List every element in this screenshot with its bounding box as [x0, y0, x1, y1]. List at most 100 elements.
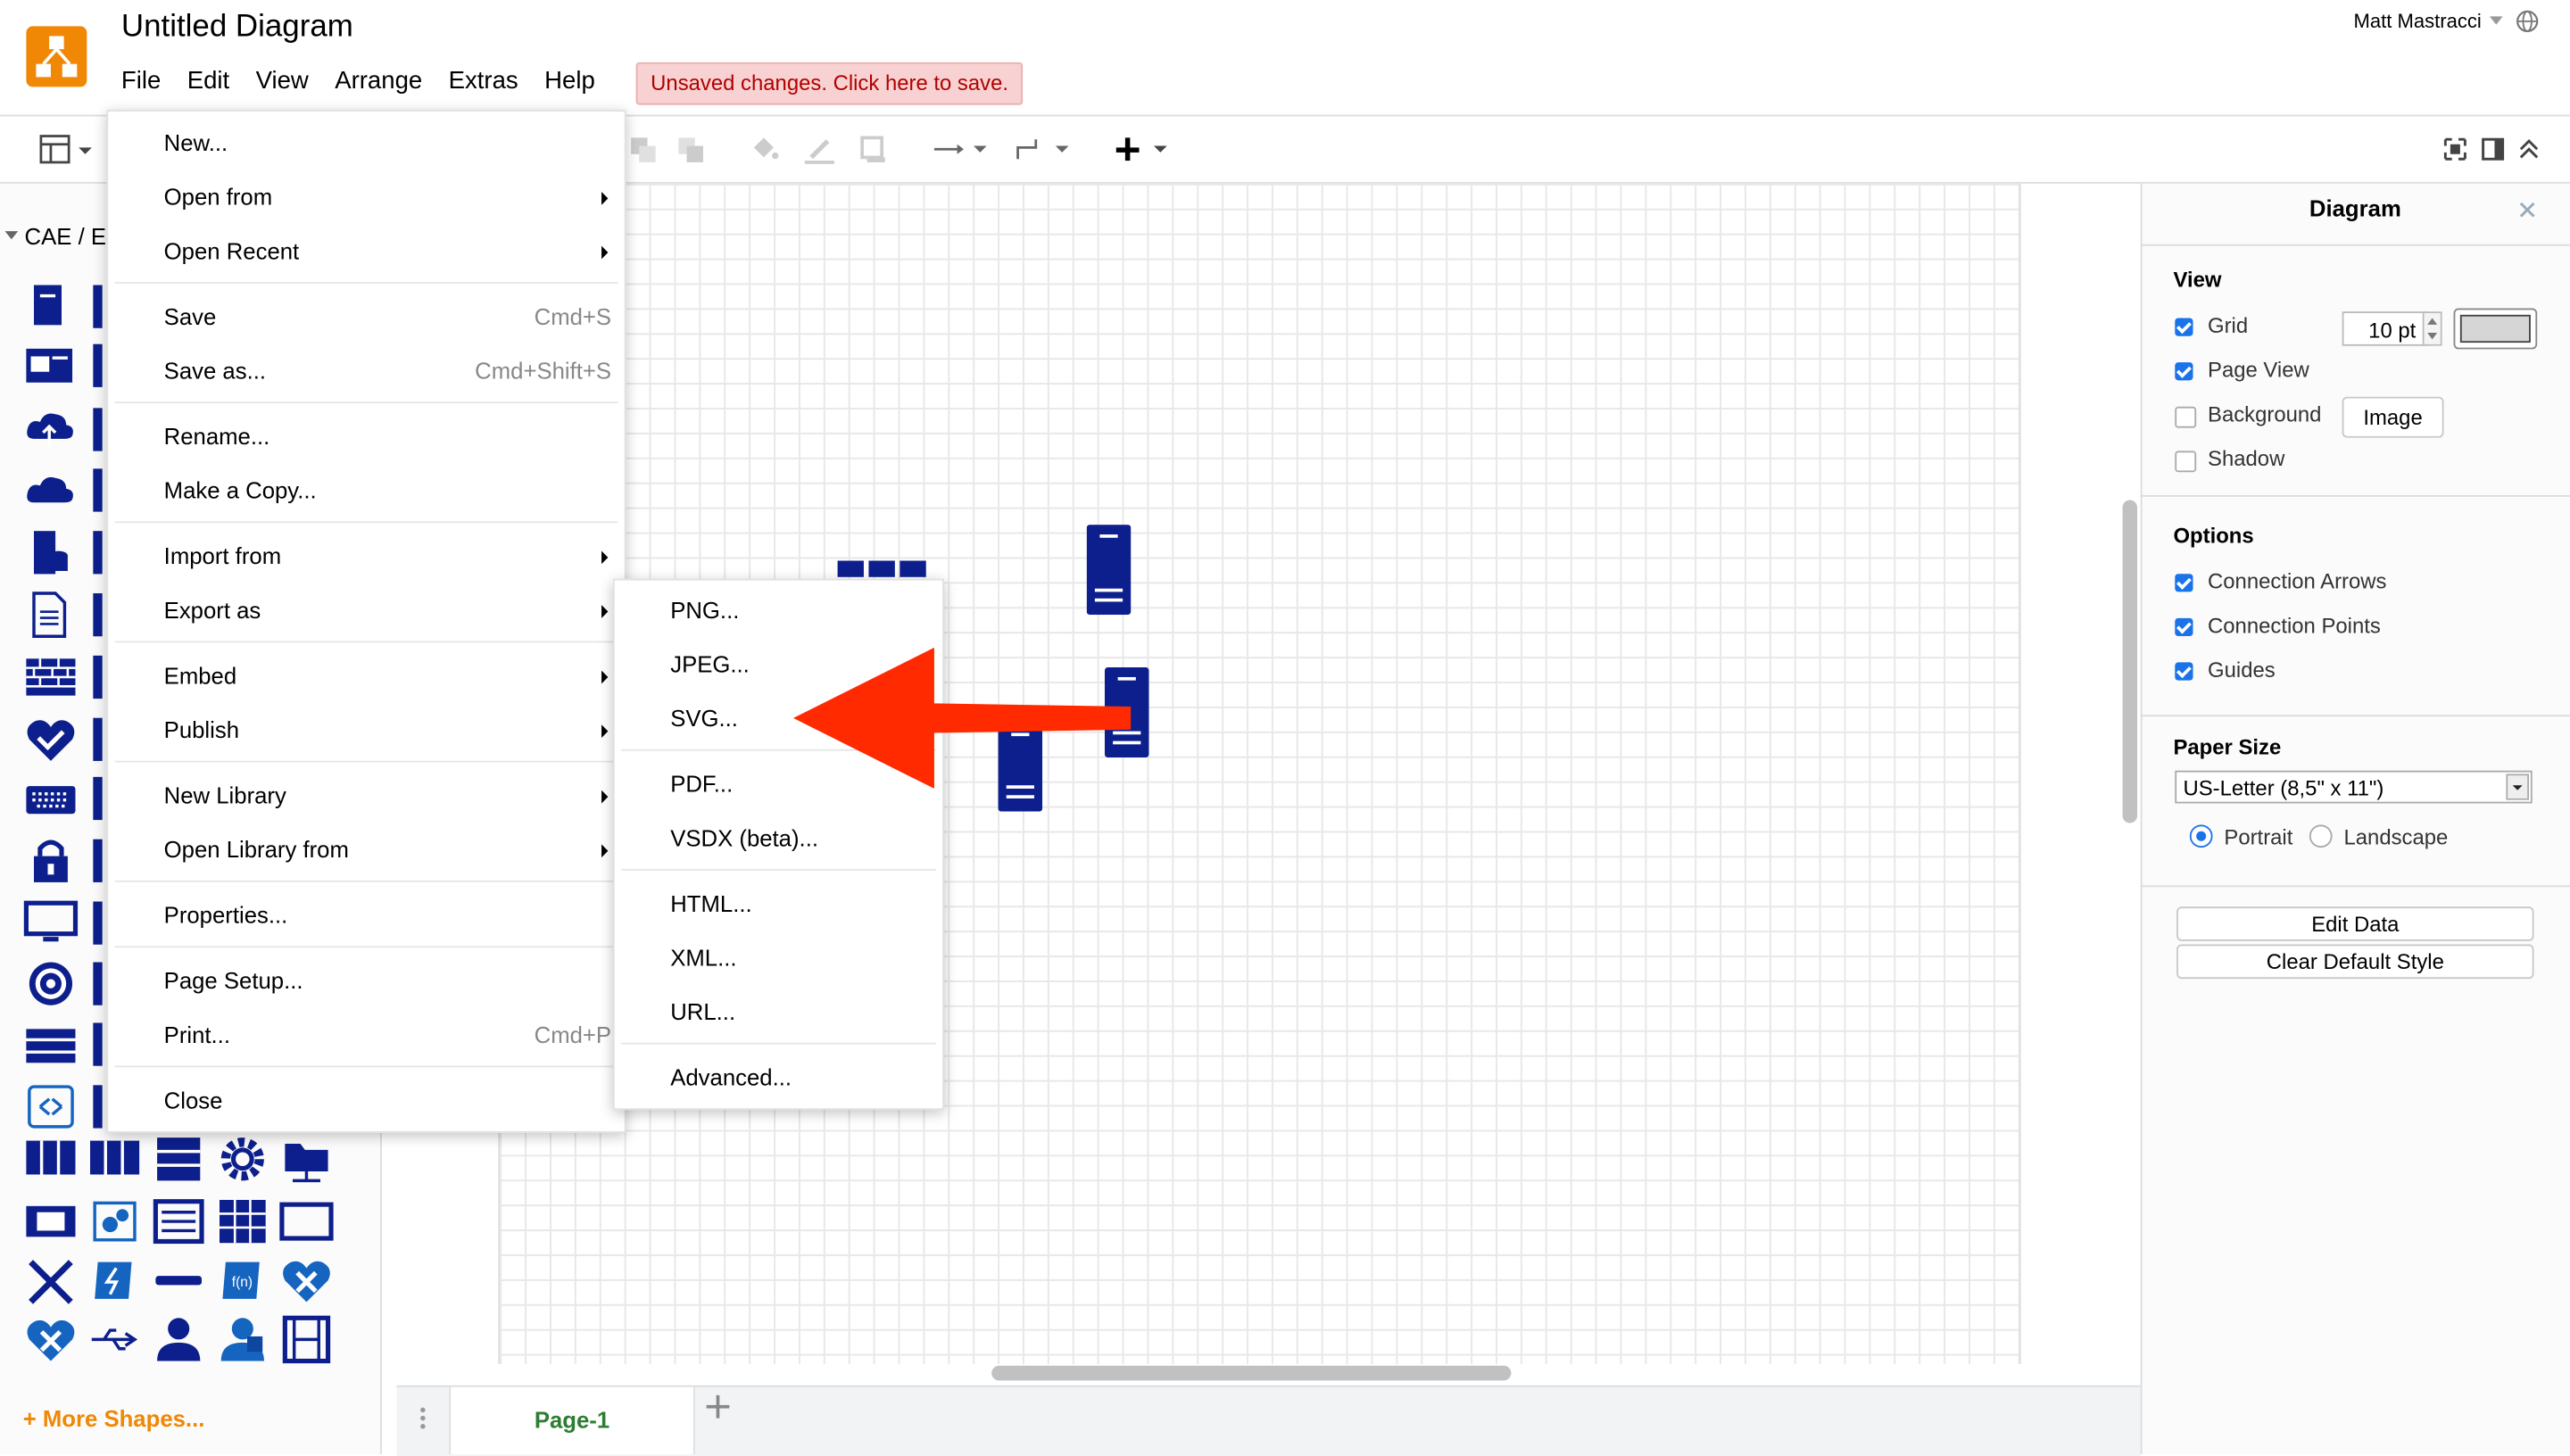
file-menu-item-new[interactable]: New...	[108, 118, 625, 167]
page-view-checkbox[interactable]	[2175, 362, 2193, 381]
export-item-advanced[interactable]: Advanced...	[615, 1053, 942, 1102]
line-color-icon[interactable]	[803, 133, 836, 166]
user-name[interactable]: Matt Mastracci	[2354, 10, 2482, 33]
landscape-radio[interactable]	[2309, 824, 2333, 848]
tab-page-1[interactable]: Page-1	[449, 1386, 695, 1455]
document-title[interactable]: Untitled Diagram	[121, 10, 353, 46]
menu-help[interactable]: Help	[531, 62, 608, 102]
heart-icon[interactable]	[23, 715, 79, 764]
screen-shape-icon[interactable]	[278, 1197, 334, 1246]
waypoints-icon[interactable]	[1013, 133, 1072, 166]
shadow-icon[interactable]	[858, 133, 891, 166]
file-menu-item-open-from[interactable]: Open from	[108, 172, 625, 221]
server-rack-shape[interactable]	[837, 560, 930, 577]
heartx-shape-icon[interactable]	[278, 1256, 334, 1305]
grid-color-button[interactable]	[2453, 308, 2538, 350]
file-menu-item-make-a-copy[interactable]: Make a Copy...	[108, 466, 625, 515]
menu-extras[interactable]: Extras	[435, 62, 531, 102]
pages-menu-icon[interactable]	[415, 1402, 431, 1435]
menu-view[interactable]: View	[243, 62, 322, 102]
menu-file[interactable]: File	[108, 62, 175, 102]
grid-shape-icon[interactable]	[215, 1197, 270, 1246]
file-menu-item-properties[interactable]: Properties...	[108, 890, 625, 939]
export-item-xml[interactable]: XML...	[615, 933, 942, 982]
portrait-radio[interactable]	[2189, 824, 2213, 848]
usertag-shape-icon[interactable]	[215, 1315, 270, 1364]
fill-color-icon[interactable]	[748, 133, 781, 166]
user-shape-icon[interactable]	[151, 1315, 206, 1364]
monitor-icon[interactable]	[23, 898, 79, 947]
lock-icon[interactable]	[23, 836, 79, 885]
drawio-logo[interactable]	[26, 26, 87, 87]
cloud-upload-icon[interactable]	[23, 405, 79, 454]
heartx-shape-icon[interactable]	[23, 1315, 79, 1364]
menu-edit[interactable]: Edit	[174, 62, 243, 102]
clear-default-style-button[interactable]: Clear Default Style	[2176, 944, 2534, 980]
file-menu-item-import-from[interactable]: Import from	[108, 531, 625, 580]
export-item-html[interactable]: HTML...	[615, 879, 942, 928]
document-shape-icon[interactable]	[23, 282, 79, 331]
globe-icon[interactable]	[2516, 10, 2539, 33]
keyboard-icon[interactable]	[23, 774, 79, 823]
firewall-icon[interactable]	[23, 652, 79, 701]
background-checkbox[interactable]	[2175, 406, 2197, 428]
edit-data-button[interactable]: Edit Data	[2176, 906, 2534, 941]
rack-shape-icon[interactable]	[87, 1135, 142, 1184]
usb-shape-icon[interactable]	[87, 1315, 142, 1364]
file-menu-item-rename[interactable]: Rename...	[108, 411, 625, 460]
cloud-icon[interactable]	[23, 466, 79, 515]
format-panel-icon[interactable]	[2480, 133, 2506, 166]
gearbox-shape-icon[interactable]	[87, 1197, 142, 1246]
vertical-scrollbar[interactable]	[2122, 500, 2138, 823]
file-menu-item-export-as[interactable]: Export as	[108, 585, 625, 634]
background-image-button[interactable]: Image	[2342, 396, 2444, 438]
paper-size-select[interactable]: US-Letter (8,5" x 11")	[2175, 770, 2533, 804]
flash-shape-icon[interactable]	[87, 1256, 142, 1305]
file-menu-item-embed[interactable]: Embed	[108, 651, 625, 700]
grid-size-input[interactable]: 10 pt	[2342, 311, 2428, 346]
file-icon[interactable]	[23, 591, 79, 640]
file-menu-item-open-library-from[interactable]: Open Library from	[108, 824, 625, 873]
gear-shape-icon[interactable]	[215, 1135, 270, 1184]
form-shape-icon[interactable]	[23, 341, 79, 390]
add-page-icon[interactable]	[705, 1392, 731, 1429]
connection-style-icon[interactable]	[931, 133, 990, 166]
chevron-down-icon[interactable]	[75, 133, 95, 166]
file-menu-item-publish[interactable]: Publish	[108, 705, 625, 754]
bar-shape-icon[interactable]	[151, 1256, 206, 1305]
file-menu-item-new-library[interactable]: New Library	[108, 771, 625, 820]
film-shape-icon[interactable]	[278, 1315, 334, 1364]
file-menu-item-open-recent[interactable]: Open Recent	[108, 227, 625, 276]
server-shape[interactable]	[1086, 525, 1132, 616]
close-icon[interactable]	[2519, 202, 2535, 218]
export-item-png[interactable]: PNG...	[615, 585, 942, 634]
collapse-icon[interactable]	[2516, 133, 2541, 166]
export-item-vsdx-beta[interactable]: VSDX (beta)...	[615, 813, 942, 862]
rack-shape-icon[interactable]	[23, 1135, 79, 1184]
menu-arrange[interactable]: Arrange	[322, 62, 435, 102]
file-menu-item-save-as[interactable]: Save as... Cmd+Shift+S	[108, 346, 625, 395]
file-menu-item-page-setup[interactable]: Page Setup...	[108, 956, 625, 1005]
to-front-icon[interactable]	[626, 133, 659, 166]
connection-arrows-checkbox[interactable]	[2175, 574, 2193, 592]
grid-checkbox[interactable]	[2175, 318, 2193, 336]
folder-shape-icon[interactable]	[278, 1135, 334, 1184]
tools-shape-icon[interactable]	[23, 1256, 79, 1305]
connection-points-checkbox[interactable]	[2175, 617, 2193, 637]
unsaved-changes-notice[interactable]: Unsaved changes. Click here to save.	[635, 62, 1024, 105]
monitor-shape-icon[interactable]	[23, 1197, 79, 1246]
horizontal-scrollbar[interactable]	[991, 1365, 1512, 1381]
more-shapes-button[interactable]: + More Shapes...	[23, 1405, 205, 1431]
grid-size-stepper[interactable]	[2422, 311, 2442, 346]
list-shape-icon[interactable]	[151, 1197, 206, 1246]
export-item-url[interactable]: URL...	[615, 987, 942, 1036]
target-icon[interactable]	[23, 959, 79, 1008]
server-db-icon[interactable]	[23, 528, 79, 577]
insert-plus-icon[interactable]	[1111, 133, 1170, 166]
server-shape-icon[interactable]	[151, 1135, 206, 1184]
file-menu-item-close[interactable]: Close	[108, 1076, 625, 1125]
format-panel-toggle-icon[interactable]	[39, 133, 72, 166]
file-menu-item-save[interactable]: Save Cmd+S	[108, 292, 625, 341]
switch-icon[interactable]	[23, 1020, 79, 1069]
func-shape-icon[interactable]: f(n)	[215, 1256, 270, 1305]
